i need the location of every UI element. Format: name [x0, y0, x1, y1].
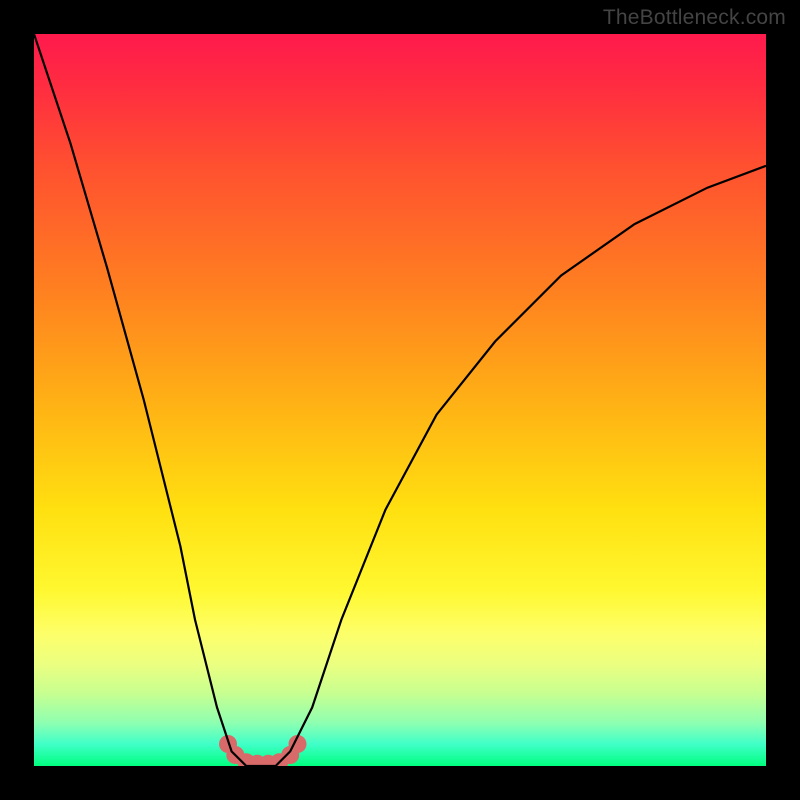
watermark-text: TheBottleneck.com [603, 6, 786, 30]
plot-area [34, 34, 766, 766]
chart-frame: TheBottleneck.com [0, 0, 800, 800]
curve-layer [34, 34, 766, 766]
bottleneck-curve [34, 34, 766, 766]
